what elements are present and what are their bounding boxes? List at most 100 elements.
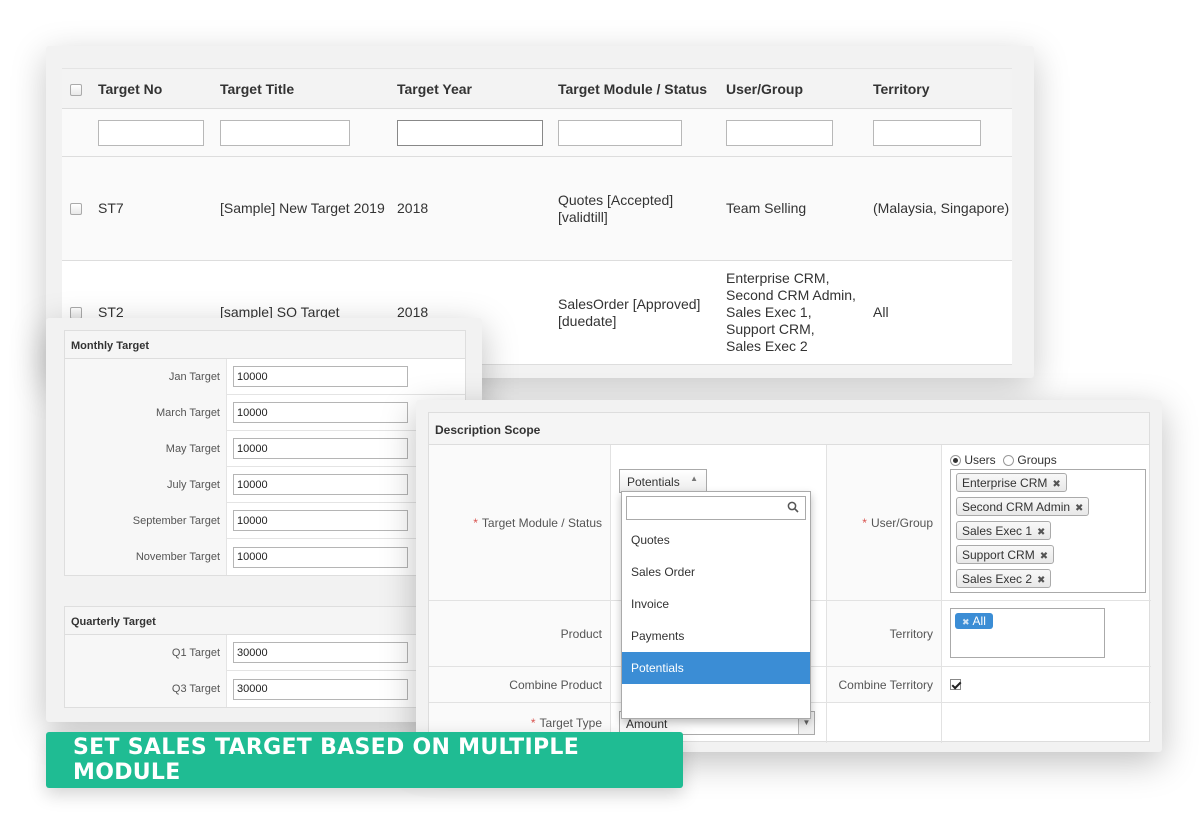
territory-cell: ✖ All xyxy=(942,601,1151,666)
field-label-cell: * User/Group xyxy=(827,445,942,600)
column-header-target-no[interactable]: Target No xyxy=(92,68,214,109)
cell-target-no[interactable]: ST7 xyxy=(92,157,214,261)
field-value-cell xyxy=(227,402,408,423)
field-label-cell: Combine Territory xyxy=(827,667,942,702)
november-target-input[interactable] xyxy=(233,546,408,568)
march-target-input[interactable] xyxy=(233,402,408,423)
field-label: March Target xyxy=(65,394,227,431)
filter-target-module-input[interactable] xyxy=(558,119,682,146)
target-field-row: Q3 Target xyxy=(65,671,465,707)
user-pill: Second CRM Admin ✖ xyxy=(956,497,1090,516)
remove-icon[interactable]: ✖ xyxy=(962,617,970,627)
user-pill-label: Enterprise CRM xyxy=(962,476,1048,490)
user-group-line: Support CRM, xyxy=(726,321,815,337)
dropdown-search-input[interactable] xyxy=(626,496,806,520)
users-multiselect[interactable]: Enterprise CRM ✖ Second CRM Admin ✖ Sales … xyxy=(950,469,1146,593)
cell-target-year: 2018 xyxy=(397,200,429,216)
user-group-line: Sales Exec 1, xyxy=(726,304,812,320)
user-pill-label: Support CRM xyxy=(962,548,1035,562)
filter-target-title-input[interactable] xyxy=(220,119,350,146)
dropdown-option-quotes[interactable]: Quotes xyxy=(622,524,810,556)
field-value-cell xyxy=(227,438,408,459)
user-group-cell: Users Groups Enterprise CRM ✖ Second CRM … xyxy=(942,445,1151,600)
territory-pill-label: All xyxy=(972,614,986,628)
groups-radio[interactable] xyxy=(1003,455,1015,467)
user-pill: Sales Exec 1 ✖ xyxy=(956,521,1052,540)
field-label: Target Module / Status xyxy=(481,515,602,530)
cell-target-title[interactable]: [Sample] New Target 2019 xyxy=(214,157,391,261)
remove-icon[interactable]: ✖ xyxy=(1075,503,1083,514)
table-row[interactable]: ST7 [Sample] New Target 2019 2018 Quotes… xyxy=(62,156,1012,261)
field-label: Target Type xyxy=(539,716,602,730)
field-value-cell xyxy=(227,678,408,700)
september-target-input[interactable] xyxy=(233,510,408,531)
filter-target-year-input[interactable] xyxy=(397,119,543,146)
row-checkbox[interactable] xyxy=(70,203,82,216)
target-field-row: Jan Target xyxy=(65,358,465,395)
user-pill-line: Sales Exec 2 ✖ xyxy=(951,566,1145,590)
user-pill-label: Sales Exec 1 xyxy=(962,524,1033,538)
filter-cell xyxy=(62,109,92,157)
dropdown-option-payments[interactable]: Payments xyxy=(622,620,810,652)
target-field-row: March Target xyxy=(65,394,465,431)
description-scope-card: Description Scope * Target Module / Statu… xyxy=(416,400,1162,752)
user-pill-line: Second CRM Admin ✖ xyxy=(951,494,1145,518)
filter-cell xyxy=(391,109,552,157)
module-field-line: [duedate] xyxy=(558,312,617,329)
users-radio-label: Users xyxy=(964,453,996,467)
field-label: Territory xyxy=(889,626,933,641)
remove-icon[interactable]: ✖ xyxy=(1037,527,1045,538)
user-pill-label: Second CRM Admin xyxy=(962,500,1071,514)
dropdown-option-invoice[interactable]: Invoice xyxy=(622,588,810,620)
july-target-input[interactable] xyxy=(233,474,408,495)
filter-cell xyxy=(552,109,720,157)
field-label-cell: Product xyxy=(429,601,611,666)
filter-territory-input[interactable] xyxy=(873,119,981,146)
user-pill-line: Sales Exec 1 ✖ xyxy=(951,518,1145,542)
combine-territory-cell xyxy=(942,667,1151,702)
q1-target-input[interactable] xyxy=(233,642,408,663)
territory-pill: ✖ All xyxy=(955,613,993,629)
field-label: Q3 Target xyxy=(65,671,227,707)
target-field-row: Q1 Target xyxy=(65,634,465,671)
table-header-row: Target No Target Title Target Year Targe… xyxy=(62,68,1012,109)
users-radio[interactable] xyxy=(950,455,961,467)
jan-target-input[interactable] xyxy=(233,366,408,387)
territory-multiselect[interactable]: ✖ All xyxy=(950,608,1105,658)
may-target-input[interactable] xyxy=(233,438,408,459)
feature-banner: SET SALES TARGET BASED ON MULTIPLE MODUL… xyxy=(46,732,683,788)
user-pill: Enterprise CRM ✖ xyxy=(956,473,1067,492)
filter-cell xyxy=(214,109,391,157)
column-header-user-group[interactable]: User/Group xyxy=(720,68,867,109)
field-value-cell xyxy=(227,366,408,387)
column-header-target-title[interactable]: Target Title xyxy=(214,68,391,109)
column-header-territory[interactable]: Territory xyxy=(867,68,1012,109)
cell-territory: (Malaysia, Singapore) xyxy=(873,200,1010,216)
module-status-line: SalesOrder [Approved] xyxy=(558,295,701,312)
filter-cell xyxy=(867,109,1012,157)
remove-icon[interactable]: ✖ xyxy=(1052,479,1060,490)
monthly-target-panel: Monthly Target Jan Target March Target M… xyxy=(64,330,466,576)
module-field-line: [validtill] xyxy=(558,208,608,225)
row-select-cell xyxy=(62,157,92,261)
field-label-cell: Territory xyxy=(827,601,942,666)
filter-target-no-input[interactable] xyxy=(98,119,204,146)
select-all-checkbox[interactable] xyxy=(70,83,82,96)
combine-territory-checkbox[interactable] xyxy=(950,679,961,690)
module-select[interactable]: Potentials ▲ xyxy=(619,469,707,493)
remove-icon[interactable]: ✖ xyxy=(1040,551,1048,562)
dropdown-option-potentials[interactable]: Potentials xyxy=(622,652,810,684)
user-pill: Sales Exec 2 ✖ xyxy=(956,569,1052,588)
column-header-target-year[interactable]: Target Year xyxy=(391,68,552,109)
dropdown-option-sales-order[interactable]: Sales Order xyxy=(622,556,810,588)
required-mark: * xyxy=(530,716,536,730)
q3-target-input[interactable] xyxy=(233,678,408,700)
user-pill-label: Sales Exec 2 xyxy=(962,572,1033,586)
field-label: Q1 Target xyxy=(65,634,227,671)
filter-user-group-input[interactable] xyxy=(726,119,833,146)
column-header-target-module[interactable]: Target Module / Status xyxy=(552,68,720,109)
filter-cell xyxy=(720,109,867,157)
remove-icon[interactable]: ✖ xyxy=(1037,575,1045,586)
user-pill-line: Support CRM ✖ xyxy=(951,542,1145,566)
empty-cell xyxy=(827,703,942,743)
